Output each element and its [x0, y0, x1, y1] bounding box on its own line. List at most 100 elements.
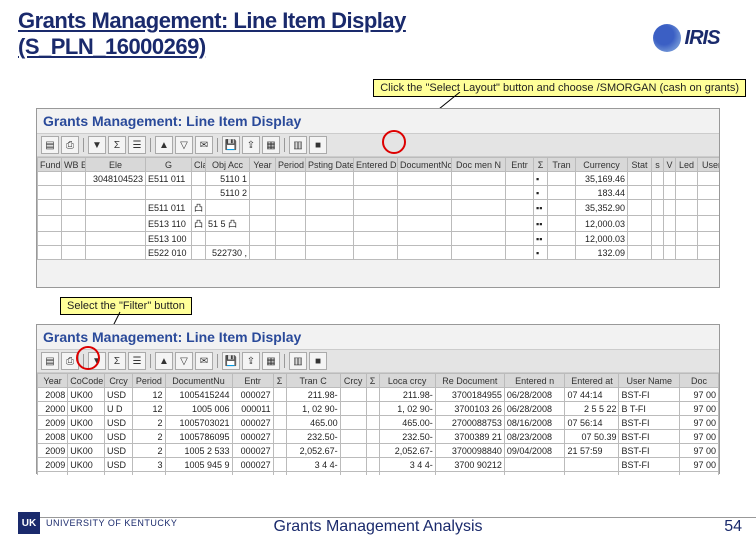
funnel-button[interactable]: ▼: [88, 352, 106, 370]
column-header[interactable]: Σ: [366, 374, 379, 388]
column-header[interactable]: Entered n: [504, 374, 565, 388]
column-header[interactable]: Class: [192, 158, 206, 172]
column-header[interactable]: Ele: [86, 158, 146, 172]
column-header[interactable]: Period: [133, 374, 165, 388]
stop-button[interactable]: ■: [309, 352, 327, 370]
column-header[interactable]: Loca crcy: [379, 374, 435, 388]
table-row[interactable]: 5110 2▪183.44: [38, 186, 720, 200]
column-header[interactable]: CoCode: [68, 374, 105, 388]
cell: 2 5 5 22: [565, 402, 619, 416]
cell: [398, 216, 452, 232]
column-header[interactable]: Led: [676, 158, 698, 172]
table-row[interactable]: 2009UK00USD31005 945 90000273 4 4-3 4 4-…: [38, 458, 719, 472]
export-button[interactable]: ⇪: [242, 136, 260, 154]
grid-button[interactable]: ▦: [262, 136, 280, 154]
print-button[interactable]: ⎙: [61, 352, 79, 370]
column-header[interactable]: Re Document: [435, 374, 504, 388]
sort-asc-button[interactable]: ▲: [155, 352, 173, 370]
cell: 183.44: [576, 186, 628, 200]
column-header[interactable]: Period: [276, 158, 306, 172]
select-button[interactable]: ☰: [128, 352, 146, 370]
mail-button[interactable]: ✉: [195, 352, 213, 370]
print-button[interactable]: ⎙: [61, 136, 79, 154]
column-header[interactable]: User: [698, 158, 720, 172]
table-row[interactable]: E522 010522730 ,▪132.09: [38, 246, 720, 260]
sort-asc-button[interactable]: ▲: [155, 136, 173, 154]
sum-button[interactable]: Σ: [108, 352, 126, 370]
cell: 凸: [192, 216, 206, 232]
column-header[interactable]: DocumentNo: [398, 158, 452, 172]
cell: 2008: [38, 388, 68, 402]
column-header[interactable]: User Name: [619, 374, 680, 388]
cell: [652, 200, 664, 216]
column-header[interactable]: Fund: [38, 158, 62, 172]
column-header[interactable]: Entered D: [354, 158, 398, 172]
table-row[interactable]: E513 110凸51 5 凸▪▪12,000.03: [38, 216, 720, 232]
cell: [506, 246, 534, 260]
cell: E513 110: [146, 216, 192, 232]
column-header[interactable]: WB El: [62, 158, 86, 172]
details-button[interactable]: ▤: [41, 136, 59, 154]
table-row[interactable]: 2009UK00USD21005 2 5330000272,052.67-2,0…: [38, 444, 719, 458]
cell: [38, 472, 68, 476]
mail-button[interactable]: ✉: [195, 136, 213, 154]
save-button[interactable]: 💾: [222, 352, 240, 370]
column-header[interactable]: Doc: [680, 374, 719, 388]
table-row[interactable]: E511 011凸▪▪35,352.90: [38, 200, 720, 216]
cell: [306, 216, 354, 232]
cell: [273, 388, 286, 402]
cell: 3 4 4-: [286, 458, 340, 472]
table-row[interactable]: 2000UK00U D121005 006 0000111, 02 90-1, …: [38, 402, 719, 416]
column-header[interactable]: Psting Date: [306, 158, 354, 172]
column-header[interactable]: Currency: [576, 158, 628, 172]
column-header[interactable]: Crcy: [105, 374, 133, 388]
grid-button[interactable]: ▦: [262, 352, 280, 370]
column-header[interactable]: Tran C: [286, 374, 340, 388]
column-header[interactable]: Stat: [628, 158, 652, 172]
cell: 12,000.03: [576, 232, 628, 246]
column-header[interactable]: G: [146, 158, 192, 172]
cell: 1005 945 9: [165, 458, 232, 472]
column-header[interactable]: Obj Acc: [206, 158, 250, 172]
cell: [506, 172, 534, 186]
column-header[interactable]: Σ: [534, 158, 548, 172]
column-header[interactable]: Tran: [548, 158, 576, 172]
column-header[interactable]: Entered at: [565, 374, 619, 388]
sum-button[interactable]: Σ: [108, 136, 126, 154]
cell: ▪▪: [534, 216, 548, 232]
table-row[interactable]: UK00USD100 9 90000271 6 2 0-B T-FI97 00: [38, 472, 719, 476]
column-header[interactable]: Year: [250, 158, 276, 172]
column-header[interactable]: DocumentNu: [165, 374, 232, 388]
column-header[interactable]: Entr: [506, 158, 534, 172]
table-row[interactable]: 2008UK00USD21005786095000027232.50-232.5…: [38, 430, 719, 444]
column-header[interactable]: Σ: [273, 374, 286, 388]
table-row[interactable]: 2008UK00USD121005415244000027211.98-211.…: [38, 388, 719, 402]
column-header[interactable]: Crcy: [340, 374, 366, 388]
cols-button[interactable]: ▥: [289, 352, 307, 370]
cols-button[interactable]: ▥: [289, 136, 307, 154]
save-button[interactable]: 💾: [222, 136, 240, 154]
select-button[interactable]: ☰: [128, 136, 146, 154]
cell: [698, 246, 720, 260]
table-row[interactable]: E513 100▪▪12,000.03: [38, 232, 720, 246]
export-button[interactable]: ⇪: [242, 352, 260, 370]
column-header[interactable]: V: [664, 158, 676, 172]
sort-desc-button[interactable]: ▽: [175, 352, 193, 370]
funnel-button[interactable]: ▼: [88, 136, 106, 154]
column-header[interactable]: Doc men N: [452, 158, 506, 172]
cell: [664, 216, 676, 232]
table-row[interactable]: 2009UK00USD21005703021000027465.00465.00…: [38, 416, 719, 430]
column-header[interactable]: s: [652, 158, 664, 172]
sort-desc-button[interactable]: ▽: [175, 136, 193, 154]
cell: 100 9 9: [165, 472, 232, 476]
cell: [676, 186, 698, 200]
table-row[interactable]: 3048104523E511 0115110 1▪35,169.46: [38, 172, 720, 186]
cell: [86, 232, 146, 246]
cell: 1, 02 90-: [286, 402, 340, 416]
cell: BST-FI: [619, 458, 680, 472]
column-header[interactable]: Year: [38, 374, 68, 388]
cell: 97 00: [680, 416, 719, 430]
column-header[interactable]: Entr: [232, 374, 273, 388]
details-button[interactable]: ▤: [41, 352, 59, 370]
stop-button[interactable]: ■: [309, 136, 327, 154]
